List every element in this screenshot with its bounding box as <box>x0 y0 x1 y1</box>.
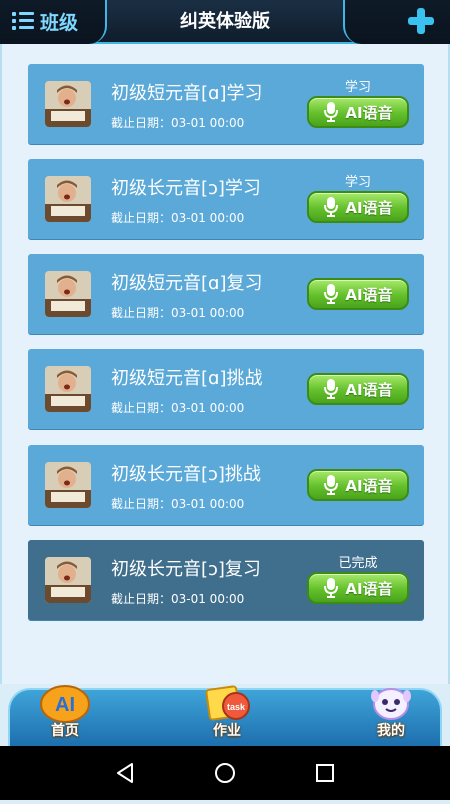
task-thumbnail <box>45 462 91 508</box>
task-title: 初级长元音[ɔ]复习 <box>111 559 261 580</box>
homework-icon: task <box>205 685 250 721</box>
task-card[interactable]: 初级短元音[ɑ]学习 截止日期：03-01 00:00 学习 AI语音 <box>28 64 424 144</box>
ai-voice-label: AI语音 <box>345 380 393 399</box>
task-title: 初级短元音[ɑ]复习 <box>111 273 263 294</box>
microphone-icon <box>324 578 339 598</box>
ai-voice-button[interactable]: AI语音 <box>307 572 409 604</box>
task-title: 初级短元音[ɑ]挑战 <box>111 368 263 389</box>
task-title: 初级长元音[ɔ]挑战 <box>111 464 261 485</box>
back-icon[interactable] <box>95 746 155 800</box>
task-title: 初级长元音[ɔ]学习 <box>111 178 261 199</box>
task-deadline: 截止日期：03-01 00:00 <box>111 401 245 415</box>
ai-voice-label: AI语音 <box>345 285 393 304</box>
microphone-icon <box>324 102 339 122</box>
recents-icon[interactable] <box>295 746 355 800</box>
page-title: 纠英体验版 <box>180 11 270 32</box>
task-deadline: 截止日期：03-01 00:00 <box>111 211 245 225</box>
task-thumbnail <box>45 271 91 317</box>
top-bar: 班级 纠英体验版 <box>0 0 450 44</box>
ai-voice-button[interactable]: AI语音 <box>307 373 409 405</box>
ai-voice-button[interactable]: AI语音 <box>307 469 409 501</box>
task-deadline: 截止日期：03-01 00:00 <box>111 592 245 606</box>
task-thumbnail <box>45 81 91 127</box>
task-card[interactable]: 初级短元音[ɑ]复习 截止日期：03-01 00:00 AI语音 <box>28 254 424 334</box>
bottom-tab-bar: AI 首页 task 作业 我的 <box>8 685 442 746</box>
tab-homework[interactable]: task 作业 <box>192 684 262 744</box>
task-card[interactable]: 初级长元音[ɔ]学习 截止日期：03-01 00:00 学习 AI语音 <box>28 159 424 239</box>
tab-profile[interactable]: 我的 <box>356 684 426 744</box>
task-title: 初级短元音[ɑ]学习 <box>111 83 263 104</box>
robot-avatar-icon <box>371 688 411 720</box>
system-nav-bar <box>0 746 450 800</box>
tab-home[interactable]: AI 首页 <box>30 684 100 744</box>
ai-home-icon: AI <box>40 685 90 723</box>
plus-icon[interactable] <box>406 6 436 36</box>
svg-text:AI: AI <box>55 694 75 716</box>
task-thumbnail <box>45 557 91 603</box>
ai-voice-label: AI语音 <box>345 198 393 217</box>
task-status: 学习 <box>344 175 371 190</box>
task-list: 初级短元音[ɑ]学习 截止日期：03-01 00:00 学习 AI语音 初级长元… <box>0 44 450 684</box>
task-card-completed[interactable]: 初级长元音[ɔ]复习 截止日期：03-01 00:00 已完成 AI语音 <box>28 540 424 620</box>
ai-voice-label: AI语音 <box>345 476 393 495</box>
microphone-icon <box>324 379 339 399</box>
ai-voice-label: AI语音 <box>345 103 393 122</box>
task-deadline: 截止日期：03-01 00:00 <box>111 306 245 320</box>
task-deadline: 截止日期：03-01 00:00 <box>111 116 245 130</box>
tab-homework-label: 作业 <box>213 723 241 739</box>
ai-voice-button[interactable]: AI语音 <box>307 278 409 310</box>
task-status: 已完成 <box>338 556 378 571</box>
task-deadline: 截止日期：03-01 00:00 <box>111 497 245 511</box>
task-status: 学习 <box>344 80 371 95</box>
task-thumbnail <box>45 176 91 222</box>
tab-profile-label: 我的 <box>377 723 405 739</box>
microphone-icon <box>324 284 339 304</box>
svg-text:task: task <box>227 702 246 712</box>
microphone-icon <box>324 197 339 217</box>
home-icon[interactable] <box>195 746 255 800</box>
ai-voice-label: AI语音 <box>345 579 393 598</box>
task-thumbnail <box>45 366 91 412</box>
task-card[interactable]: 初级短元音[ɑ]挑战 截止日期：03-01 00:00 AI语音 <box>28 349 424 429</box>
microphone-icon <box>324 475 339 495</box>
task-card[interactable]: 初级长元音[ɔ]挑战 截止日期：03-01 00:00 AI语音 <box>28 445 424 525</box>
ai-voice-button[interactable]: AI语音 <box>307 96 409 128</box>
ai-voice-button[interactable]: AI语音 <box>307 191 409 223</box>
tab-home-label: 首页 <box>51 723 79 739</box>
